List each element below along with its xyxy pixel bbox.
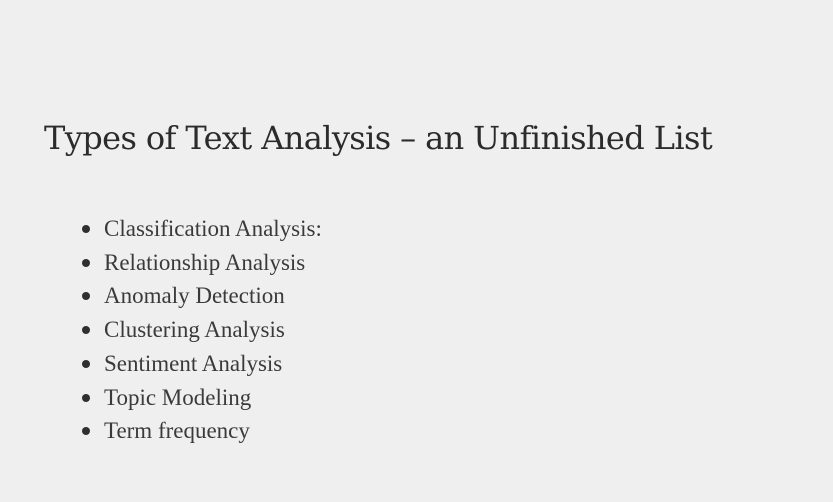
list-item-label: Term frequency xyxy=(104,418,250,444)
bullet-icon xyxy=(82,326,90,335)
list-item-label: Classification Analysis: xyxy=(104,216,322,241)
list-item-label: Topic Modeling xyxy=(104,384,252,410)
list-item: Topic Modeling xyxy=(82,381,322,415)
list-item-label: Relationship Analysis xyxy=(104,249,306,275)
list-item: Anomaly Detection xyxy=(82,279,322,313)
list-item-label: Clustering Analysis xyxy=(104,317,285,343)
analysis-types-list: Classification Analysis: Relationship An… xyxy=(44,212,322,448)
bullet-icon xyxy=(82,292,90,301)
bullet-icon xyxy=(82,393,90,402)
page-title: Types of Text Analysis – an Unfinished L… xyxy=(44,119,713,157)
list-item: Term frequency xyxy=(82,414,322,448)
list-item-label: Anomaly Detection xyxy=(104,283,285,309)
bullet-icon xyxy=(82,427,90,436)
list-item: Sentiment Analysis xyxy=(82,347,322,381)
list-item: Clustering Analysis xyxy=(82,313,322,347)
bullet-icon xyxy=(82,225,90,233)
bullet-icon xyxy=(82,258,90,267)
bullet-icon xyxy=(82,359,90,368)
list-item-label: Sentiment Analysis xyxy=(104,350,283,376)
list-item: Relationship Analysis xyxy=(82,246,322,280)
list-item: Classification Analysis: xyxy=(82,212,322,246)
